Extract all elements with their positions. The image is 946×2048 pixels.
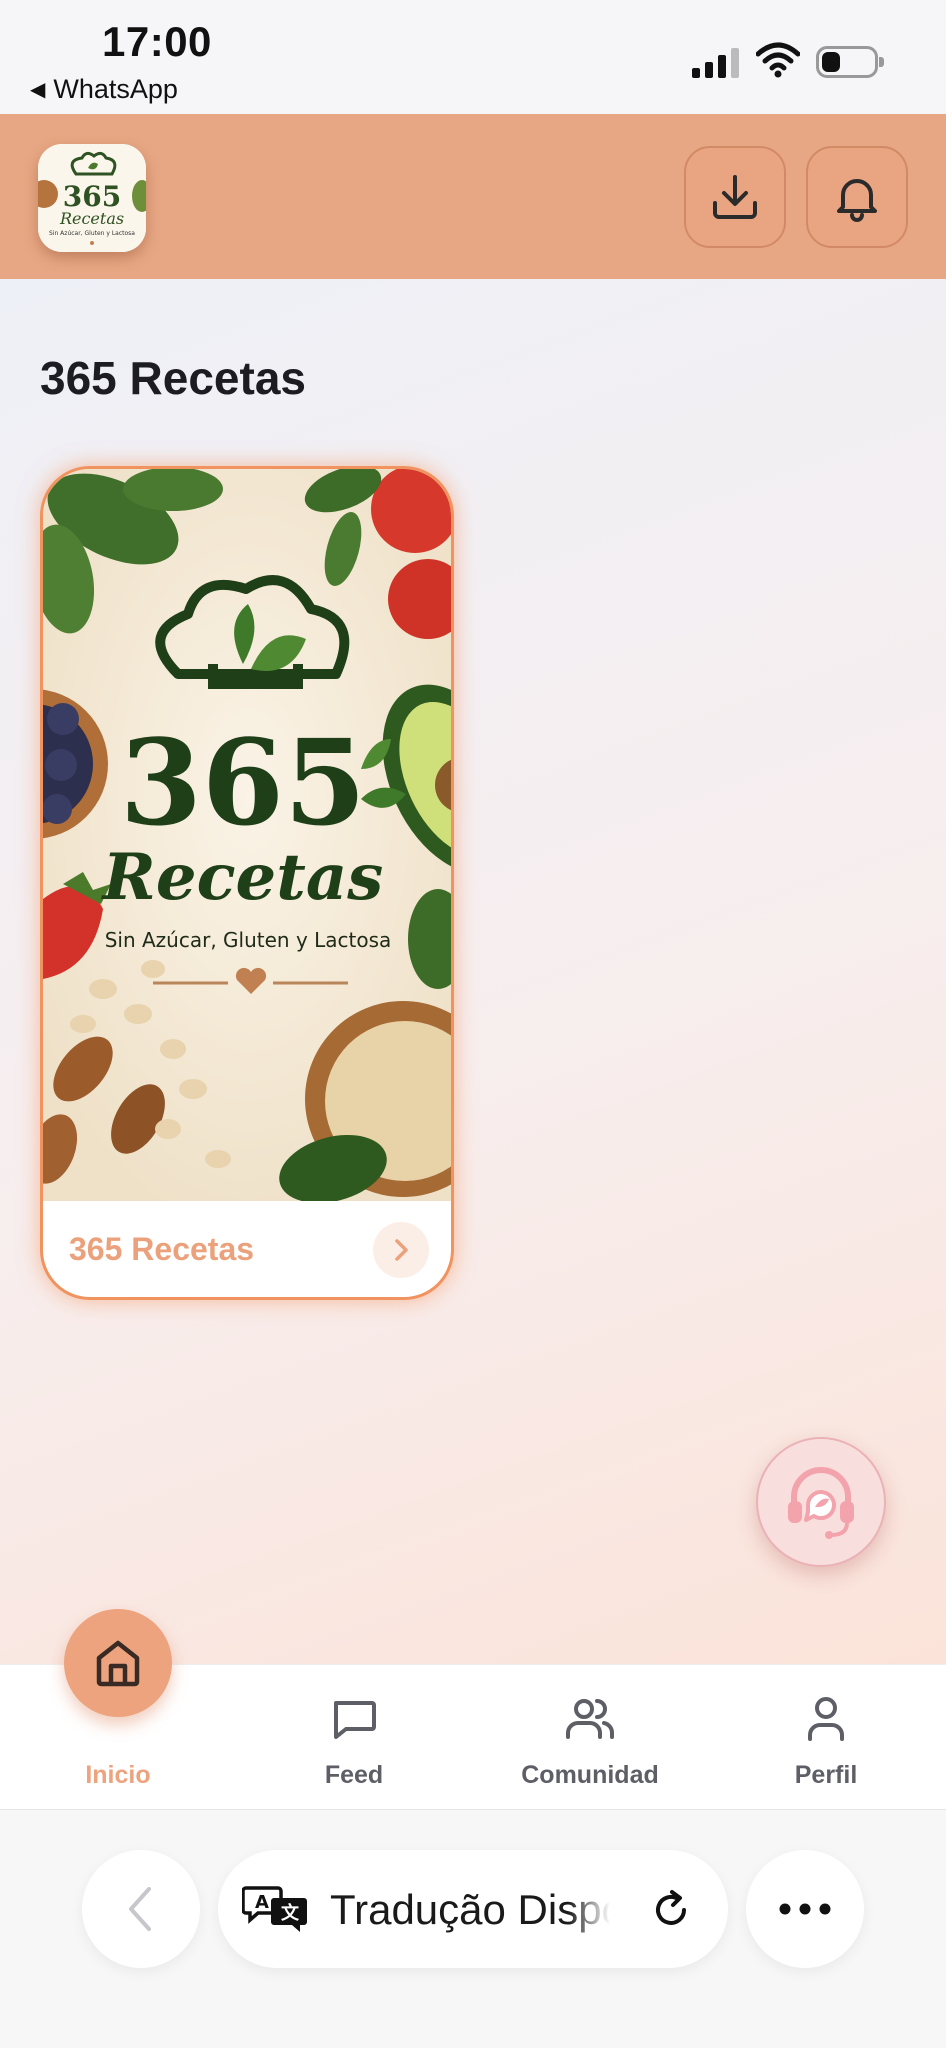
- recipe-card[interactable]: 365 Recetas Sin Azúcar, Gluten y Lactosa…: [40, 466, 454, 1300]
- back-app-label: WhatsApp: [53, 74, 178, 104]
- support-headset-icon: [788, 1467, 854, 1539]
- card-title: 365 Recetas: [69, 1231, 255, 1267]
- back-to-app-link[interactable]: ◀ WhatsApp: [30, 74, 178, 105]
- reload-icon[interactable]: [648, 1886, 694, 1932]
- home-icon: [96, 1640, 140, 1687]
- wifi-icon: [756, 42, 800, 78]
- status-bar: 17:00 ◀ WhatsApp: [0, 0, 946, 114]
- download-button[interactable]: [684, 146, 786, 248]
- battery-icon: [816, 46, 884, 78]
- nav-label-comunidad: Comunidad: [521, 1761, 659, 1789]
- support-chat-button[interactable]: [756, 1437, 886, 1567]
- chevron-left-icon: [129, 1887, 151, 1931]
- translate-icon: A 文: [242, 1886, 307, 1932]
- bell-icon: [837, 179, 877, 222]
- chevron-right-icon: [395, 1239, 408, 1261]
- page-title: 365 Recetas: [40, 352, 306, 404]
- card-cover-image: 365 Recetas Sin Azúcar, Gluten y Lactosa: [43, 469, 451, 1201]
- nav-item-perfil[interactable]: Perfil: [708, 1665, 944, 1811]
- cover-365-text: 365: [120, 713, 366, 852]
- cover-recetas-text: Recetas: [101, 840, 384, 915]
- back-triangle-icon: ◀: [30, 79, 46, 101]
- translation-text: Tradução Disponível: [330, 1886, 610, 1933]
- app-logo[interactable]: 365 Recetas Sin Azúcar, Gluten y Lactosa: [38, 144, 146, 252]
- main-content: 365 Recetas 365 Recetas Sin Azúcar, Glut…: [0, 279, 946, 1664]
- nav-label-feed: Feed: [324, 1761, 384, 1789]
- browser-back-button[interactable]: [82, 1850, 200, 1968]
- user-icon: [808, 1697, 844, 1741]
- status-time: 17:00: [102, 18, 212, 65]
- nav-item-comunidad[interactable]: Comunidad: [472, 1665, 708, 1811]
- nav-item-feed[interactable]: Feed: [236, 1665, 472, 1811]
- svg-text:A: A: [255, 1892, 269, 1913]
- app-header: 365 Recetas Sin Azúcar, Gluten y Lactosa: [0, 114, 946, 279]
- browser-more-button[interactable]: [746, 1850, 864, 1968]
- chat-bubble-icon: [334, 1701, 376, 1739]
- users-icon: [566, 1699, 614, 1739]
- more-dots-icon: [779, 1903, 831, 1915]
- svg-text:文: 文: [281, 1902, 300, 1924]
- nav-label-inicio: Inicio: [85, 1761, 151, 1789]
- logo-image: 365 Recetas Sin Azúcar, Gluten y Lactosa: [38, 144, 146, 252]
- nav-home-button[interactable]: [64, 1609, 172, 1717]
- svg-text:Recetas: Recetas: [59, 209, 124, 228]
- cover-subtitle-text: Sin Azúcar, Gluten y Lactosa: [105, 928, 392, 952]
- notifications-button[interactable]: [806, 146, 908, 248]
- cellular-signal-icon: [692, 46, 739, 78]
- svg-text:Sin Azúcar, Gluten y Lactosa: Sin Azúcar, Gluten y Lactosa: [49, 230, 135, 237]
- card-open-button[interactable]: [373, 1222, 429, 1278]
- browser-toolbar: A 文 Tradução Disponível: [0, 1810, 946, 2048]
- download-icon: [713, 175, 757, 219]
- translation-pill[interactable]: A 文 Tradução Disponível: [218, 1850, 728, 1968]
- nav-label-perfil: Perfil: [794, 1761, 858, 1789]
